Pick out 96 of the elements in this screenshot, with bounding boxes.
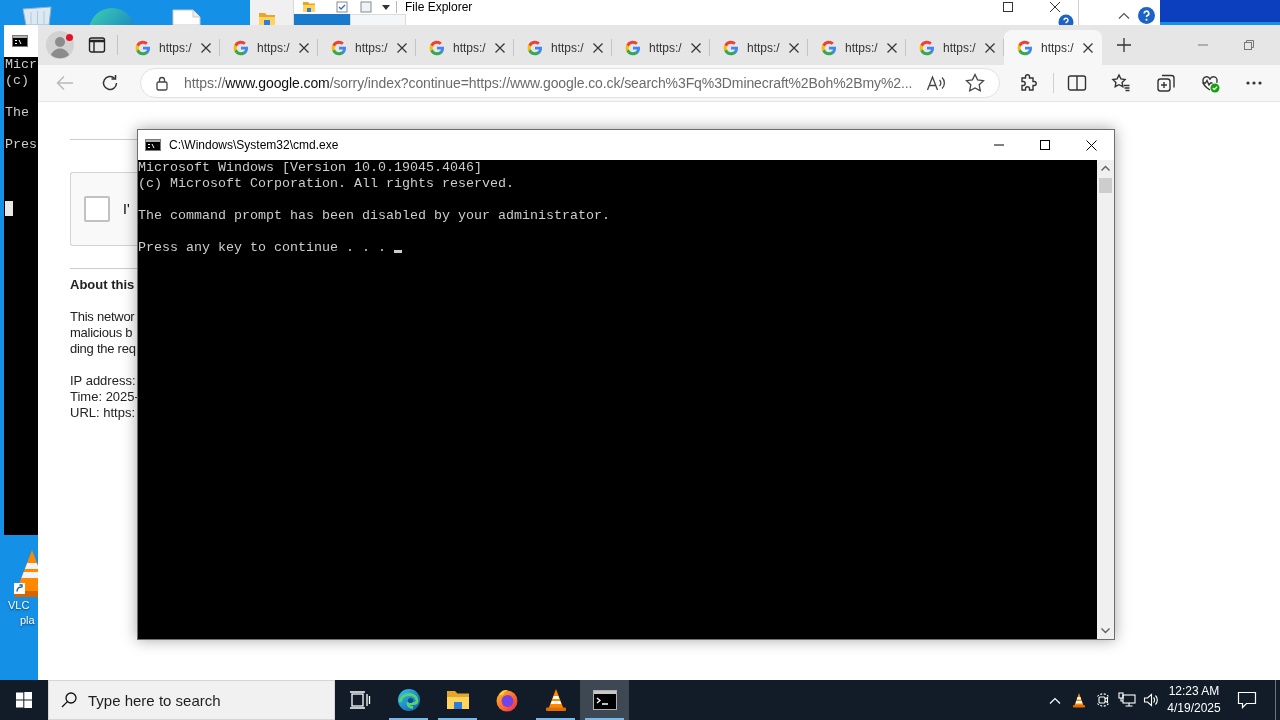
icon-label: VLC bbox=[8, 598, 30, 613]
plus-icon[interactable] bbox=[1117, 38, 1131, 52]
help-icon[interactable] bbox=[1138, 7, 1155, 24]
g-logo-icon bbox=[233, 39, 249, 56]
panel-layout-icon[interactable] bbox=[88, 36, 106, 54]
heart-pulse-icon[interactable] bbox=[1200, 73, 1220, 93]
browser-tab[interactable]: https:/ bbox=[220, 30, 318, 65]
flame-globe-icon bbox=[494, 688, 519, 712]
close-icon[interactable] bbox=[887, 42, 897, 53]
detail-line: IP address: bbox=[70, 373, 136, 389]
console-icon bbox=[12, 35, 28, 47]
profile-avatar-icon[interactable] bbox=[46, 31, 74, 59]
traffic-cone-icon[interactable] bbox=[1072, 692, 1086, 708]
task-view-icon bbox=[348, 690, 371, 710]
search-field[interactable]: Type here to search bbox=[48, 680, 335, 720]
folder-icon[interactable] bbox=[302, 1, 316, 13]
refresh-icon[interactable] bbox=[101, 74, 119, 92]
console-line: Press any key to continue . . . bbox=[138, 240, 386, 255]
restore-icon[interactable] bbox=[1003, 2, 1013, 12]
windows-logo-icon[interactable] bbox=[16, 692, 32, 708]
traffic-cone-icon bbox=[544, 688, 567, 712]
scroll-thumb[interactable] bbox=[1099, 178, 1112, 193]
notification-icon[interactable] bbox=[1237, 691, 1257, 709]
icon-label: pla bbox=[20, 613, 35, 628]
close-icon[interactable] bbox=[299, 42, 309, 53]
scrollbar[interactable] bbox=[1097, 160, 1114, 639]
video-camera-icon[interactable] bbox=[1095, 692, 1111, 708]
browser-tab[interactable]: https:/ bbox=[710, 30, 808, 65]
help-icon[interactable] bbox=[1058, 14, 1074, 25]
close-icon[interactable] bbox=[397, 42, 407, 53]
browser-tab[interactable]: https:/ bbox=[514, 30, 612, 65]
document-icon[interactable] bbox=[171, 9, 201, 25]
g-logo-icon bbox=[625, 39, 641, 56]
section-heading: About this bbox=[70, 277, 135, 293]
browser-tab[interactable]: https:/ bbox=[416, 30, 514, 65]
paragraph-text: This networ malicious b ding the req bbox=[70, 309, 136, 357]
g-logo-icon bbox=[429, 39, 445, 56]
checkbox-label: I' bbox=[123, 201, 130, 217]
close-icon[interactable] bbox=[593, 42, 603, 53]
console-line: The bbox=[5, 105, 29, 120]
folder-icon[interactable] bbox=[258, 11, 276, 27]
puzzle-piece-icon[interactable] bbox=[1019, 73, 1039, 93]
checked-box-icon[interactable] bbox=[336, 1, 348, 13]
close-icon[interactable] bbox=[1085, 139, 1097, 151]
close-icon[interactable] bbox=[201, 42, 211, 53]
g-logo-icon bbox=[527, 39, 543, 56]
volume-icon[interactable] bbox=[1143, 692, 1159, 708]
close-icon[interactable] bbox=[691, 42, 701, 53]
close-icon[interactable] bbox=[985, 42, 995, 53]
console-line: Microsoft Windows [Version 10.0.19045.4046] bbox=[138, 160, 482, 175]
console-icon bbox=[145, 139, 161, 151]
g-logo-icon bbox=[821, 39, 837, 56]
lock-icon[interactable] bbox=[156, 75, 168, 91]
swirl-logo-icon bbox=[396, 688, 421, 712]
browser-tab[interactable]: https:/ bbox=[318, 30, 416, 65]
console-line: (c) Microsoft Corporation. All rights reserved. bbox=[138, 176, 514, 191]
caret-icon[interactable] bbox=[382, 4, 390, 10]
search-icon bbox=[61, 692, 77, 708]
g-logo-icon bbox=[1017, 39, 1033, 56]
taskbar-button[interactable] bbox=[580, 680, 629, 720]
console-line: Pres bbox=[5, 137, 37, 152]
console-line: Micr bbox=[5, 57, 37, 72]
window-title: C:\Windows\System32\cmd.exe bbox=[169, 137, 339, 154]
checkbox[interactable] bbox=[84, 196, 110, 222]
detail-line: URL: https: bbox=[70, 405, 136, 421]
address-field[interactable]: https://www.google.com/sorry/index?continue=https://www.google.co.ck/search%3Fq%3Dminecraft%2Boh%2Bmy%2... bbox=[140, 68, 1000, 98]
more-options-icon[interactable] bbox=[1246, 81, 1262, 85]
network-monitor-icon[interactable] bbox=[1118, 692, 1136, 708]
close-icon[interactable] bbox=[1083, 42, 1093, 53]
browser-tab[interactable]: https:/ bbox=[906, 30, 1004, 65]
collections-icon[interactable] bbox=[1156, 73, 1176, 93]
console-line: (c) bbox=[5, 73, 29, 88]
clock-button[interactable]: 12:23 AM 4/19/2025 bbox=[1165, 680, 1223, 720]
split-screen-icon[interactable] bbox=[1067, 74, 1087, 92]
close-icon[interactable] bbox=[1050, 2, 1060, 12]
shortcut-arrow-icon bbox=[14, 583, 25, 594]
notification-dot-icon bbox=[66, 34, 73, 41]
maximize-icon[interactable] bbox=[1040, 140, 1050, 150]
browser-tab[interactable]: https:/ bbox=[808, 30, 906, 65]
favorites-icon[interactable] bbox=[1111, 73, 1131, 93]
g-logo-icon bbox=[919, 39, 935, 56]
browser-tab[interactable]: https:/ bbox=[122, 30, 220, 65]
browser-tab[interactable]: https:/ bbox=[1004, 30, 1102, 65]
window-title: File Explorer bbox=[405, 0, 473, 14]
g-logo-icon bbox=[331, 39, 347, 56]
browser-tab[interactable]: https:/ bbox=[612, 30, 710, 65]
console-line: The command prompt has been disabled by your administrator. bbox=[138, 208, 610, 223]
close-icon[interactable] bbox=[789, 42, 799, 53]
read-aloud-icon[interactable] bbox=[926, 74, 946, 92]
star-icon[interactable] bbox=[965, 73, 985, 93]
g-logo-icon bbox=[723, 39, 739, 56]
detail-line: Time: 2025- bbox=[70, 389, 139, 405]
console-icon bbox=[592, 690, 617, 710]
g-logo-icon bbox=[135, 39, 151, 56]
folder-icon bbox=[445, 689, 470, 711]
close-icon[interactable] bbox=[495, 42, 505, 53]
